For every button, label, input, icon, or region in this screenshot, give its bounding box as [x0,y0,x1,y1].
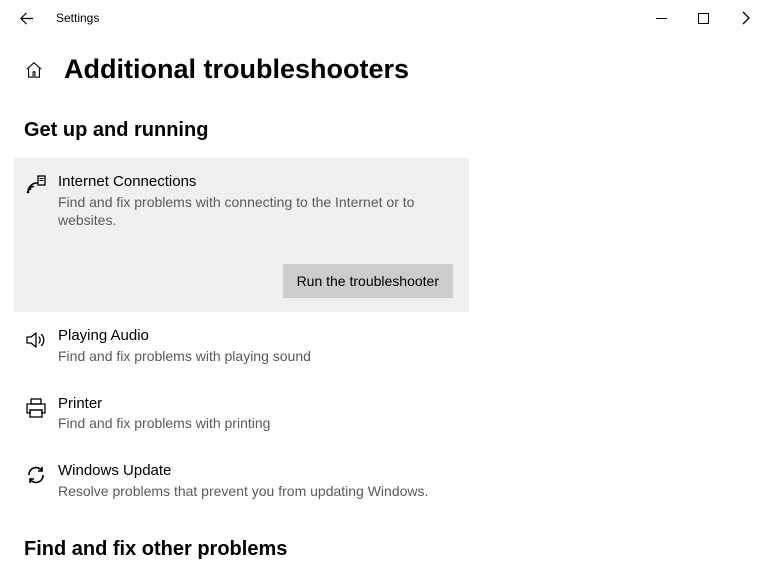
item-description: Find and fix problems with playing sound [58,347,453,366]
speaker-icon [24,326,58,352]
home-button[interactable] [24,60,44,80]
chevron-right-icon [740,11,751,25]
troubleshooter-windows-update[interactable]: Windows Update Resolve problems that pre… [14,447,469,514]
item-description: Find and fix problems with connecting to… [58,193,453,231]
next-button[interactable] [724,0,766,36]
run-troubleshooter-button[interactable]: Run the troubleshooter [283,264,453,298]
printer-icon [24,394,58,420]
back-button[interactable] [8,0,44,36]
window-title: Settings [56,11,99,25]
troubleshooter-internet-connections[interactable]: Internet Connections Find and fix proble… [14,158,469,312]
content-area: Get up and running Internet Connections … [0,119,774,561]
item-description: Find and fix problems with printing [58,414,453,433]
section-heading-other: Find and fix other problems [24,538,760,561]
page-title: Additional troubleshooters [64,54,409,85]
minimize-icon [656,13,667,24]
item-title: Playing Audio [58,326,453,346]
item-title: Internet Connections [58,172,453,192]
page-header: Additional troubleshooters [0,36,774,95]
troubleshooter-playing-audio[interactable]: Playing Audio Find and fix problems with… [14,312,469,379]
troubleshooter-printer[interactable]: Printer Find and fix problems with print… [14,380,469,447]
refresh-icon [24,461,58,487]
section-heading-running: Get up and running [24,119,760,142]
wifi-icon [24,172,58,198]
item-title: Printer [58,394,453,414]
maximize-button[interactable] [682,0,724,36]
home-icon [25,61,43,79]
minimize-button[interactable] [640,0,682,36]
titlebar: Settings [0,0,774,36]
arrow-left-icon [19,11,34,26]
item-title: Windows Update [58,461,453,481]
maximize-icon [698,13,709,24]
item-description: Resolve problems that prevent you from u… [58,482,453,501]
